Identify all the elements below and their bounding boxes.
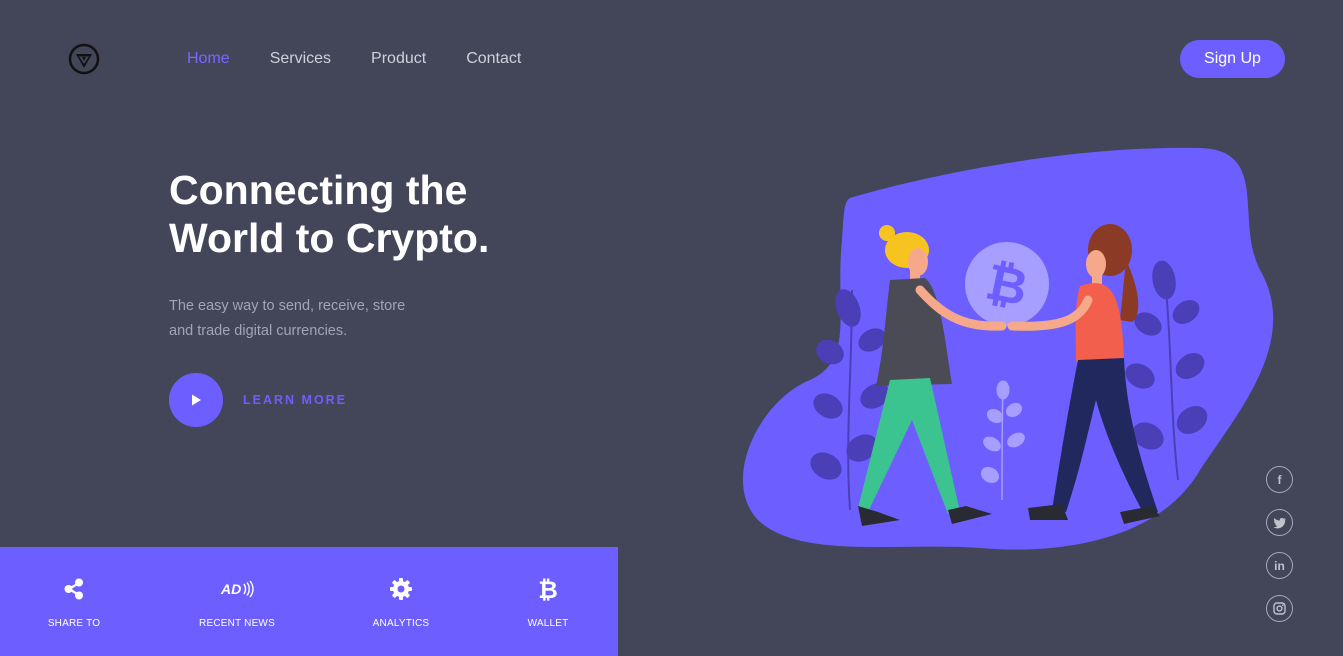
feature-label: RECENT NEWS	[199, 618, 275, 629]
hero-title-line2: World to Crypto.	[169, 215, 490, 261]
svg-text:AD: AD	[220, 581, 241, 597]
feature-bar: SHARE TO AD RECENT NEWS ANALYTICS ₿ WALL…	[0, 547, 618, 656]
social-links: f in	[1266, 466, 1293, 638]
share-icon	[62, 577, 86, 601]
feature-share-to[interactable]: SHARE TO	[14, 547, 134, 656]
play-button[interactable]	[169, 373, 223, 427]
main-nav: Home Services Product Contact	[187, 49, 561, 69]
nav-home[interactable]: Home	[187, 49, 230, 69]
hero-illustration: ₿	[740, 140, 1280, 560]
bitcoin-icon: ₿	[538, 577, 558, 602]
ad-audio-icon: AD	[220, 577, 254, 601]
hero-title: Connecting the World to Crypto.	[169, 166, 589, 262]
hero-subtitle: The easy way to send, receive, store and…	[169, 294, 449, 344]
feature-label: SHARE TO	[47, 618, 101, 629]
svg-text:₿: ₿	[538, 577, 558, 602]
facebook-icon[interactable]: f	[1266, 466, 1293, 493]
feature-analytics[interactable]: ANALYTICS	[341, 547, 461, 656]
nav-services[interactable]: Services	[270, 49, 331, 69]
instagram-icon[interactable]	[1266, 595, 1293, 622]
gear-icon	[389, 577, 413, 601]
learn-more-link[interactable]: LEARN MORE	[243, 393, 347, 407]
sign-up-button[interactable]: Sign Up	[1180, 40, 1285, 78]
feature-label: WALLET	[527, 618, 569, 629]
linkedin-icon[interactable]: in	[1266, 552, 1293, 579]
feature-wallet[interactable]: ₿ WALLET	[488, 547, 608, 656]
nav-contact[interactable]: Contact	[466, 49, 521, 69]
logo-icon[interactable]	[68, 43, 100, 75]
page: Home Services Product Contact Sign Up Co…	[0, 0, 1343, 656]
feature-label: ANALYTICS	[372, 618, 430, 629]
feature-recent-news[interactable]: AD RECENT NEWS	[177, 547, 297, 656]
nav-product[interactable]: Product	[371, 49, 426, 69]
play-icon	[192, 394, 201, 406]
hero-subtitle-line2: and trade digital currencies.	[169, 323, 348, 339]
hero-title-line1: Connecting the	[169, 167, 468, 213]
hero-subtitle-line1: The easy way to send, receive, store	[169, 298, 406, 314]
twitter-icon[interactable]	[1266, 509, 1293, 536]
